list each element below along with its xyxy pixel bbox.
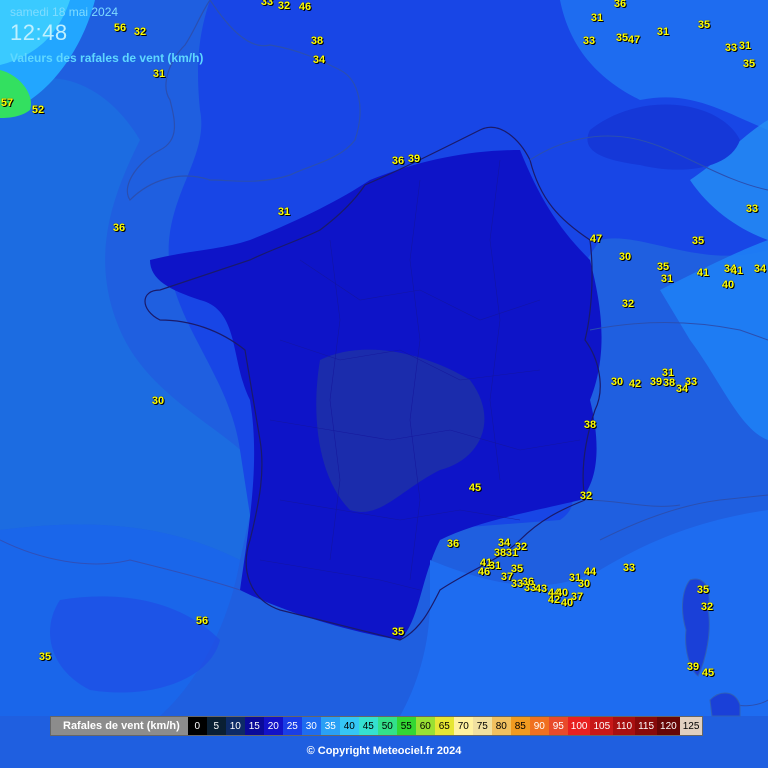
station-value: 38 bbox=[310, 35, 324, 47]
station-value: 47 bbox=[589, 233, 603, 245]
station-value: 46 bbox=[298, 1, 312, 13]
legend-swatch: 20 bbox=[263, 717, 283, 735]
station-value: 56 bbox=[195, 615, 209, 627]
station-value: 38 bbox=[662, 377, 676, 389]
legend-swatch: 10 bbox=[225, 717, 245, 735]
legend-swatch: 100 bbox=[567, 717, 591, 735]
legend-swatches: 0 5 10 15 20 25 30 35 40 45 50 55 60 65 70 75 80 85 90 95 10… bbox=[187, 717, 703, 735]
legend-swatch: 45 bbox=[358, 717, 378, 735]
legend-swatch: 115 bbox=[635, 717, 658, 735]
station-value: 38 bbox=[583, 419, 597, 431]
station-value: 46 bbox=[477, 566, 491, 578]
legend-swatch: 55 bbox=[396, 717, 416, 735]
station-value: 40 bbox=[560, 597, 574, 609]
station-value: 36 bbox=[391, 155, 405, 167]
station-value: 31 bbox=[488, 560, 502, 572]
legend-swatch: 40 bbox=[339, 717, 359, 735]
station-value: 39 bbox=[649, 376, 663, 388]
station-value: 44 bbox=[583, 566, 597, 578]
legend-swatch: 70 bbox=[453, 717, 473, 735]
station-value: 33 bbox=[745, 203, 759, 215]
station-value: 31 bbox=[656, 26, 670, 38]
station-value: 30 bbox=[610, 376, 624, 388]
station-value: 32 bbox=[700, 601, 714, 613]
station-value: 45 bbox=[468, 482, 482, 494]
station-value: 30 bbox=[151, 395, 165, 407]
station-value: 35 bbox=[615, 32, 629, 44]
station-value: 41 bbox=[730, 265, 744, 277]
station-value: 35 bbox=[656, 261, 670, 273]
station-value: 38 bbox=[493, 547, 507, 559]
station-value: 30 bbox=[618, 251, 632, 263]
station-value: 31 bbox=[277, 206, 291, 218]
legend-swatch: 5 bbox=[206, 717, 226, 735]
station-value: 34 bbox=[675, 383, 689, 395]
station-value: 33 bbox=[260, 0, 274, 8]
time-label: 12:48 bbox=[10, 20, 68, 45]
legend-swatch: 110 bbox=[613, 717, 636, 735]
station-value: 32 bbox=[621, 298, 635, 310]
station-value: 39 bbox=[407, 153, 421, 165]
legend-swatch: 30 bbox=[301, 717, 321, 735]
station-value: 45 bbox=[701, 667, 715, 679]
station-value: 35 bbox=[742, 58, 756, 70]
station-value: 35 bbox=[391, 626, 405, 638]
legend-swatch: 75 bbox=[472, 717, 492, 735]
station-value: 33 bbox=[622, 562, 636, 574]
legend-title: Rafales de vent (km/h) bbox=[63, 720, 180, 732]
station-value: 40 bbox=[721, 279, 735, 291]
station-value: 41 bbox=[696, 267, 710, 279]
legend-swatch: 60 bbox=[415, 717, 435, 735]
station-value: 33 bbox=[724, 42, 738, 54]
station-value: 32 bbox=[277, 0, 291, 12]
station-value: 42 bbox=[628, 378, 642, 390]
station-value: 35 bbox=[696, 584, 710, 596]
station-value: 30 bbox=[577, 578, 591, 590]
color-legend: Rafales de vent (km/h) 0 5 10 15 20 25 30 35 40 4… bbox=[50, 716, 704, 736]
station-value: 57 bbox=[0, 97, 14, 109]
station-value: 33 bbox=[582, 35, 596, 47]
station-value: 31 bbox=[660, 273, 674, 285]
station-value: 31 bbox=[152, 68, 166, 80]
legend-swatch: 85 bbox=[510, 717, 530, 735]
station-value: 52 bbox=[31, 104, 45, 116]
station-value: 39 bbox=[686, 661, 700, 673]
station-value: 32 bbox=[579, 490, 593, 502]
station-value: 35 bbox=[38, 651, 52, 663]
legend-swatch: 120 bbox=[657, 717, 680, 735]
station-value: 31 bbox=[590, 12, 604, 24]
station-value: 35 bbox=[697, 19, 711, 31]
legend-swatch: 80 bbox=[491, 717, 511, 735]
station-value: 42 bbox=[547, 594, 561, 606]
legend-swatch: 90 bbox=[529, 717, 549, 735]
station-value: 35 bbox=[691, 235, 705, 247]
map-title: Valeurs des rafales de vent (km/h) bbox=[10, 51, 204, 65]
legend-swatch: 105 bbox=[590, 717, 614, 735]
station-value: 36 bbox=[613, 0, 627, 10]
legend-swatch: 95 bbox=[548, 717, 568, 735]
legend-swatch: 0 bbox=[187, 717, 207, 735]
copyright-text: © Copyright Meteociel.fr 2024 bbox=[306, 745, 462, 757]
station-value: 32 bbox=[514, 541, 528, 553]
station-value: 43 bbox=[534, 583, 548, 595]
legend-swatch: 25 bbox=[282, 717, 302, 735]
station-value: 34 bbox=[312, 54, 326, 66]
station-value: 31 bbox=[738, 40, 752, 52]
station-value: 36 bbox=[112, 222, 126, 234]
legend-swatch: 50 bbox=[377, 717, 397, 735]
station-value: 32 bbox=[133, 26, 147, 38]
legend-swatch: 35 bbox=[320, 717, 340, 735]
legend-swatch: 125 bbox=[679, 717, 703, 735]
date-label: samedi 18 mai 2024 bbox=[10, 5, 119, 19]
legend-swatch: 65 bbox=[434, 717, 454, 735]
station-value: 47 bbox=[627, 34, 641, 46]
legend-swatch: 15 bbox=[244, 717, 264, 735]
station-value: 36 bbox=[446, 538, 460, 550]
wind-gust-map: samedi 18 mai 2024 12:48 Valeurs des raf… bbox=[0, 0, 768, 768]
station-value: 56 bbox=[113, 22, 127, 34]
station-value: 34 bbox=[753, 263, 767, 275]
